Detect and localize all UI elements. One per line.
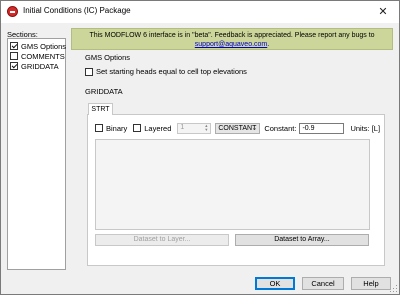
starting-heads-label: Set starting heads equal to cell top ele… — [96, 67, 247, 76]
layered-checkbox[interactable] — [133, 124, 142, 132]
help-button[interactable]: Help — [351, 277, 391, 290]
section-checkbox-griddata[interactable] — [10, 62, 18, 70]
resize-grip-icon[interactable] — [389, 284, 397, 292]
app-icon — [7, 6, 18, 17]
type-dropdown[interactable]: CONSTANT ⌄ — [215, 122, 261, 134]
ok-button[interactable]: OK — [255, 277, 295, 290]
gms-options-group: GMS Options Set starting heads equal to … — [77, 53, 393, 82]
starting-heads-checkbox[interactable] — [85, 67, 93, 76]
tab-strt[interactable]: STRT — [88, 103, 113, 115]
section-checkbox-comments[interactable] — [10, 52, 18, 60]
dialog-window: Initial Conditions (IC) Package ✕ Sectio… — [0, 0, 400, 295]
section-checkbox-gms-options[interactable] — [10, 42, 18, 50]
section-item-gms-options[interactable]: GMS Options — [8, 41, 67, 51]
layer-spinbox[interactable]: 1 ▲ ▼ — [177, 122, 212, 134]
title-bar[interactable]: Initial Conditions (IC) Package ✕ — [1, 1, 399, 23]
sections-list: GMS Options COMMENTS GRIDDATA — [7, 38, 66, 270]
spin-arrows-icon[interactable]: ▲ ▼ — [203, 123, 209, 133]
units-label: Units: [L] — [350, 123, 381, 133]
array-data-area — [95, 139, 370, 230]
gms-options-title: GMS Options — [83, 53, 133, 62]
starting-heads-option[interactable]: Set starting heads equal to cell top ele… — [85, 67, 247, 76]
dataset-to-layer-button[interactable]: Dataset to Layer... — [95, 234, 229, 246]
layered-label: Layered — [144, 123, 172, 133]
section-item-label: COMMENTS — [21, 51, 65, 61]
section-item-label: GMS Options — [21, 41, 67, 51]
dataset-to-array-button[interactable]: Dataset to Array... — [235, 234, 369, 246]
griddata-title: GRIDDATA — [85, 87, 123, 96]
close-button[interactable]: ✕ — [369, 2, 397, 22]
constant-label: Constant: — [264, 123, 297, 133]
support-email-link[interactable]: support@aquaveo.com — [195, 41, 267, 48]
beta-banner: This MODFLOW 6 interface is in "beta". F… — [71, 28, 393, 50]
banner-text: This MODFLOW 6 interface is in "beta". F… — [89, 32, 375, 39]
binary-label: Binary — [106, 123, 128, 133]
banner-link-suffix: . — [267, 41, 270, 48]
constant-input[interactable]: -0.9 — [299, 122, 345, 134]
chevron-down-icon: ⌄ — [251, 124, 258, 132]
section-item-label: GRIDDATA — [21, 61, 59, 71]
section-item-comments[interactable]: COMMENTS — [8, 51, 65, 61]
strt-options-row: Binary Layered 1 ▲ ▼ CONSTANT ⌄ Constant:… — [95, 122, 380, 134]
window-title: Initial Conditions (IC) Package — [23, 6, 131, 15]
section-item-griddata[interactable]: GRIDDATA — [8, 61, 65, 71]
layer-value: 1 — [180, 123, 185, 131]
binary-checkbox[interactable] — [95, 124, 103, 132]
cancel-button[interactable]: Cancel — [302, 277, 344, 290]
